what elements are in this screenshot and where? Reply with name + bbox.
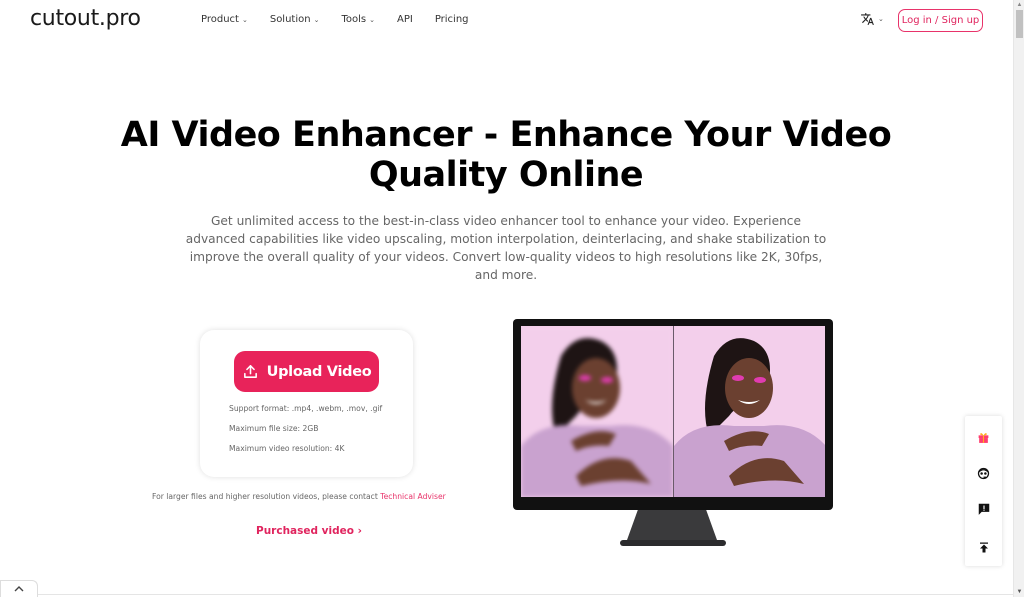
monitor-stand bbox=[627, 510, 717, 540]
nav-api[interactable]: API bbox=[397, 14, 413, 25]
upload-card: Upload Video Support format: .mp4, .webm… bbox=[200, 330, 413, 477]
contact-text: For larger files and higher resolution v… bbox=[152, 492, 381, 501]
purchased-video-link[interactable]: Purchased video › bbox=[256, 525, 362, 537]
feedback-button[interactable] bbox=[965, 497, 1002, 521]
gift-icon bbox=[978, 432, 989, 443]
back-to-top-icon bbox=[979, 542, 988, 552]
after-image bbox=[672, 326, 825, 497]
person-illustration-enhanced bbox=[673, 326, 825, 497]
login-signup-button[interactable]: Log in / Sign up bbox=[898, 9, 983, 32]
technical-adviser-link[interactable]: Technical Adviser bbox=[380, 492, 446, 501]
scroll-thumb[interactable] bbox=[1016, 10, 1023, 38]
spec-format: Support format: .mp4, .webm, .mov, .gif bbox=[229, 404, 383, 413]
nav-tools-label: Tools bbox=[341, 14, 367, 25]
top-nav: cutout.pro Product ⌄ Solution ⌄ Tools ⌄ API… bbox=[0, 0, 1008, 42]
nav-product-label: Product bbox=[201, 14, 239, 25]
monitor-base bbox=[620, 540, 726, 546]
page-title: AI Video Enhancer - Enhance Your Video Q… bbox=[120, 115, 892, 195]
scroll-down-arrow-icon[interactable]: ▼ bbox=[1016, 589, 1023, 595]
logo[interactable]: cutout.pro bbox=[30, 6, 141, 31]
nav-product[interactable]: Product ⌄ bbox=[201, 14, 248, 25]
gift-button[interactable] bbox=[965, 425, 1002, 449]
support-agent-icon bbox=[977, 467, 990, 479]
chevron-down-icon: ⌄ bbox=[313, 15, 320, 24]
before-image bbox=[521, 326, 673, 497]
language-selector[interactable]: ⌄ bbox=[860, 12, 884, 26]
nav-pricing[interactable]: Pricing bbox=[435, 14, 469, 25]
hero-description: Get unlimited access to the best-in-clas… bbox=[185, 214, 827, 282]
nav-tools[interactable]: Tools ⌄ bbox=[341, 14, 375, 25]
floating-toolbar bbox=[965, 416, 1002, 566]
upload-icon bbox=[243, 365, 257, 378]
nav-solution-label: Solution bbox=[269, 14, 311, 25]
scroll-up-arrow-icon[interactable]: ▲ bbox=[1016, 2, 1023, 8]
monitor-preview bbox=[513, 319, 833, 510]
person-illustration-blurred bbox=[521, 326, 673, 497]
contact-note: For larger files and higher resolution v… bbox=[152, 492, 446, 501]
support-button[interactable] bbox=[965, 461, 1002, 485]
spec-file-size: Maximum file size: 2GB bbox=[229, 424, 319, 433]
bottom-divider bbox=[38, 594, 1013, 595]
upload-video-label: Upload Video bbox=[266, 363, 372, 380]
nav-api-label: API bbox=[396, 14, 413, 25]
expand-panel-tab[interactable] bbox=[0, 580, 38, 597]
comparison-screen bbox=[521, 326, 825, 497]
page-scrollbar[interactable]: ▲ ▼ bbox=[1013, 0, 1024, 597]
nav-pricing-label: Pricing bbox=[434, 14, 469, 25]
chevron-down-icon: ⌄ bbox=[878, 16, 884, 23]
main-nav: Product ⌄ Solution ⌄ Tools ⌄ API Pricing bbox=[201, 14, 491, 25]
chevron-down-icon: ⌄ bbox=[369, 15, 375, 24]
spec-resolution: Maximum video resolution: 4K bbox=[229, 444, 345, 453]
feedback-icon bbox=[978, 503, 989, 515]
nav-solution[interactable]: Solution ⌄ bbox=[270, 14, 320, 25]
translate-icon bbox=[861, 13, 874, 25]
upload-video-button[interactable]: Upload Video bbox=[234, 351, 379, 392]
chevron-down-icon: ⌄ bbox=[241, 15, 248, 24]
back-to-top-button[interactable] bbox=[965, 535, 1002, 559]
chevron-up-icon bbox=[14, 586, 24, 592]
